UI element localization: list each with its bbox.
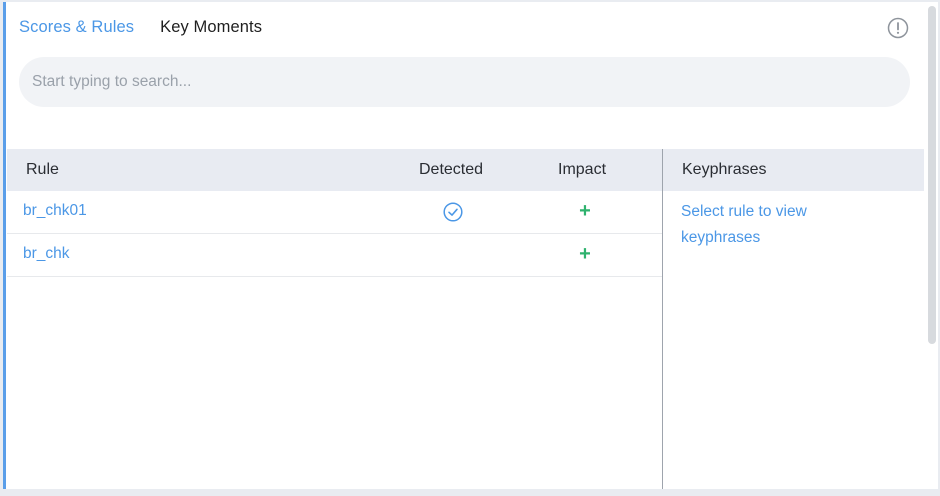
app-frame: Scores & Rules Key Moments Rule Detected…	[0, 0, 940, 496]
column-header-keyphrases: Keyphrases	[682, 161, 767, 178]
column-header-rule[interactable]: Rule	[26, 161, 59, 179]
keyphrases-hint: Select rule to view keyphrases	[681, 203, 807, 246]
column-divider	[662, 149, 663, 489]
column-header-impact[interactable]: Impact	[558, 161, 606, 179]
search-input[interactable]	[32, 73, 910, 91]
plus-icon: +	[579, 200, 591, 222]
column-header-detected[interactable]: Detected	[419, 161, 483, 179]
search-bar[interactable]	[19, 57, 910, 107]
tab-key-moments[interactable]: Key Moments	[160, 18, 262, 40]
rule-name-link[interactable]: br_chk01	[23, 202, 87, 220]
check-circle-icon	[443, 202, 463, 222]
info-circle-icon[interactable]	[887, 17, 909, 39]
scrollbar-thumb[interactable]	[928, 6, 936, 344]
table-row[interactable]: br_chk +	[7, 234, 662, 277]
tab-scores-rules[interactable]: Scores & Rules	[19, 18, 134, 40]
tab-bar: Scores & Rules Key Moments	[19, 18, 262, 40]
table-row[interactable]: br_chk01 +	[7, 191, 662, 234]
plus-icon: +	[579, 243, 591, 265]
rule-name-link[interactable]: br_chk	[23, 245, 70, 263]
table-header: Rule Detected Impact Keyphrases	[7, 149, 924, 191]
